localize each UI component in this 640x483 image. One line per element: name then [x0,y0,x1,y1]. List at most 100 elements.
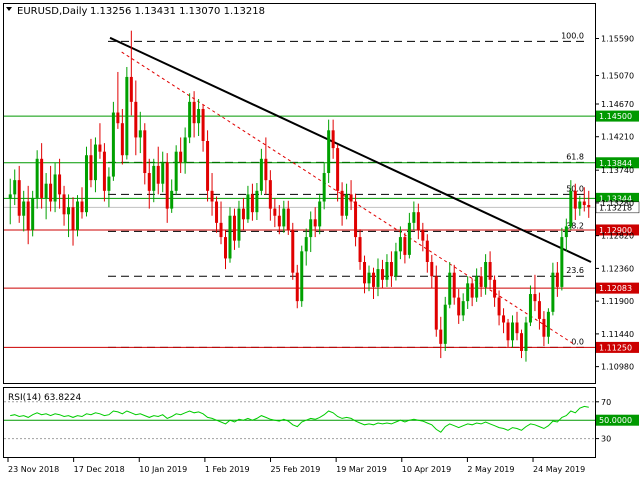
candle-body [206,141,210,191]
candle-body [466,283,470,302]
candle-body [300,251,304,302]
price-tick-label: 1.11900 [601,297,634,306]
candle-body [192,101,196,124]
rsi-tick-label: 30 [601,435,611,444]
candle-body [533,294,537,302]
candle-body [416,212,420,230]
candle-body [237,208,241,241]
time-tick-label: 10 Jan 2019 [139,465,187,474]
candle-body [179,151,183,163]
candle-body [425,240,429,262]
candle-body [515,322,519,334]
candle-body [273,208,277,216]
time-tick-label: 1 Feb 2019 [205,465,250,474]
fib-level-label: 38.2 [566,221,584,230]
candle-body [210,190,214,202]
candle-body [573,190,577,209]
candle-body [161,162,165,184]
price-tick-label: 1.15070 [601,72,634,81]
candle-body [555,272,559,287]
time-tick-label: 25 Feb 2019 [271,465,321,474]
candle-body [542,318,546,337]
candle-body [506,322,510,341]
candle-body [524,322,528,351]
candle-body [228,215,232,259]
candle-body [394,251,398,277]
rsi-level-label: 50.0000 [599,416,632,425]
candle-body [197,108,201,124]
candle-body [560,237,564,287]
candle-body [345,194,349,216]
candle-body [232,215,236,241]
price-tick-label: 1.13280 [601,199,634,208]
candle-body [67,207,71,215]
candle-body [259,158,263,191]
price-tick-label: 1.15590 [601,35,634,44]
candle-body [295,272,299,302]
candle-body [304,237,308,252]
candle-body [528,294,532,323]
candle-body [493,279,497,298]
candle-body [537,301,541,319]
candle-body [129,76,133,102]
candle-body [170,190,174,209]
candle-body [519,333,523,351]
candle-body [215,201,219,223]
candle-body [430,262,434,277]
candle-body [62,194,66,215]
candle-body [282,208,286,227]
candle-body [255,190,259,213]
time-axis: 23 Nov 2018 17 Dec 2018 10 Jan 2019 1 Feb 2… [7,458,585,474]
candle-body [8,194,12,198]
candle-body [363,262,367,284]
candle-body [76,201,80,230]
candle-body [331,130,335,149]
candle-body [313,219,317,227]
price-tag-label: 1.14500 [599,112,632,121]
candle-body [578,201,582,209]
fib-level-label: 100.0 [561,31,584,40]
candle-body [371,272,375,287]
candle-body [340,190,344,216]
price-tag-label: 1.12083 [599,284,632,293]
candle-body [26,201,30,230]
candle-body [40,158,44,198]
time-tick-label: 23 Nov 2018 [8,465,59,474]
symbol-timeframe-label: EURUSD,Daily [17,6,88,17]
candle-body [286,208,290,230]
price-tag-label: 1.11250 [599,343,632,352]
candle-body [89,155,93,181]
price-tick-label: 1.10980 [601,363,634,372]
time-tick-label: 2 May 2019 [467,465,514,474]
candle-body [188,101,192,138]
fib-level-label: 23.6 [566,266,584,275]
candle-body [98,144,102,152]
candle-body [380,269,384,280]
price-tick-label: 1.13740 [601,166,634,175]
fib-level-label: 61.8 [566,152,584,161]
candle-body [457,297,461,316]
rsi-title: RSI(14) 63.8224 [8,393,81,403]
candle-body [147,173,151,191]
candle-body [452,272,456,298]
rsi-panel-frame [3,387,596,458]
price-tick-label: 1.11440 [601,330,634,339]
candle-body [511,322,515,341]
candle-body [116,112,120,124]
candle-body [412,212,416,223]
candle-body [111,112,115,177]
candle-body [349,194,353,202]
price-axis: 1.15590 1.15070 1.14670 1.14210 1.13740 1.132… [595,35,634,372]
time-tick-label: 10 Apr 2019 [402,465,451,474]
candle-body [587,205,591,208]
candle-body [80,201,84,213]
candle-body [448,272,452,305]
candle-body [470,283,474,298]
candle-body [165,162,169,209]
candle-body [71,207,75,230]
candle-body [367,272,371,284]
candle-body [138,130,142,138]
candle-body [439,329,443,344]
candle-body [264,158,268,181]
candle-body [318,201,322,227]
